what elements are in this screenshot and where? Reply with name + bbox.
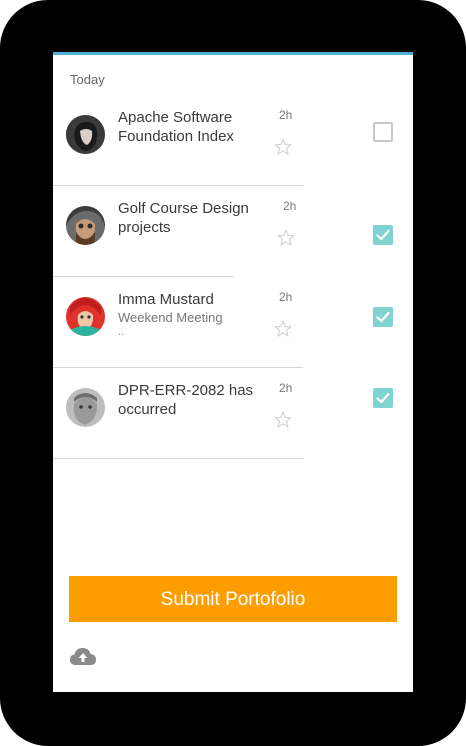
divider (53, 367, 303, 368)
list-item[interactable]: DPR-ERR-2082 has occurred 2h (53, 370, 413, 461)
star-outline-icon[interactable] (273, 319, 293, 339)
item-title: DPR-ERR-2082 has occurred (118, 382, 254, 418)
checkmark-icon (376, 229, 390, 241)
star-outline-icon[interactable] (276, 228, 296, 248)
list-item[interactable]: Imma Mustard Weekend Meeting .. 2h (53, 279, 413, 370)
section-label: Today (70, 72, 105, 87)
list-item[interactable]: Apache Software Foundation Index 2h (53, 97, 413, 188)
list-item[interactable]: Golf Course Design projects 2h (53, 188, 413, 279)
item-checkbox[interactable] (373, 122, 393, 142)
item-title: Imma Mustard (118, 291, 214, 308)
item-time: 2h (279, 290, 293, 304)
item-time: 2h (279, 381, 293, 395)
item-snippet: .. (118, 326, 125, 338)
avatar (66, 115, 105, 154)
item-time: 2h (283, 199, 297, 213)
divider (53, 185, 303, 186)
checkmark-icon (376, 311, 390, 323)
item-time: 2h (279, 108, 293, 122)
top-accent-bar (53, 52, 413, 55)
app-screen: Today Apache Software Foundation Index 2… (53, 52, 413, 692)
divider (53, 458, 303, 459)
checkmark-icon (376, 392, 390, 404)
submit-portfolio-button[interactable]: Submit Portofolio (69, 576, 397, 622)
item-checkbox[interactable] (373, 388, 393, 408)
item-checkbox[interactable] (373, 307, 393, 327)
avatar (66, 297, 105, 336)
device-frame: Today Apache Software Foundation Index 2… (0, 0, 466, 746)
item-title: Golf Course Design projects (118, 200, 249, 236)
divider (53, 276, 234, 277)
item-subtitle: Weekend Meeting (118, 310, 223, 325)
avatar (66, 206, 105, 245)
item-checkbox[interactable] (373, 225, 393, 245)
star-outline-icon[interactable] (273, 410, 293, 430)
avatar (66, 388, 105, 427)
item-title: Apache Software Foundation Index (118, 109, 234, 145)
cloud-upload-icon[interactable] (69, 646, 97, 668)
star-outline-icon[interactable] (273, 137, 293, 157)
